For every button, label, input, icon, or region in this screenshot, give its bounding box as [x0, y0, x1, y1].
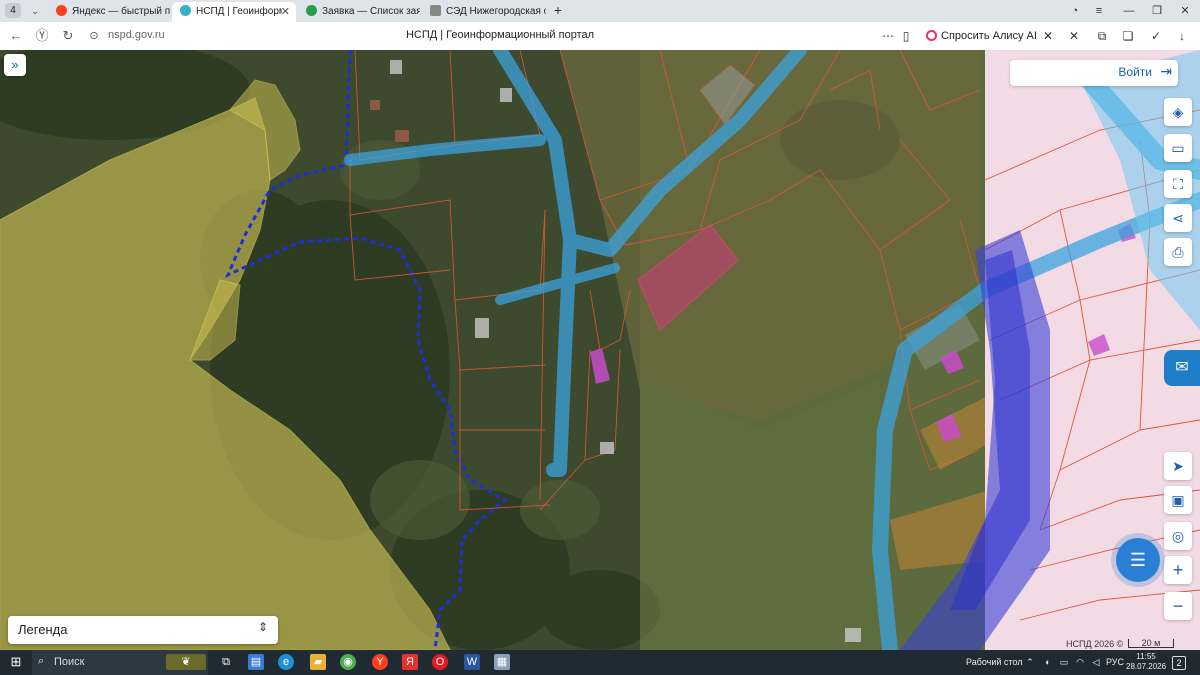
tab-yandex[interactable]: Яндекс — быстрый поиск — [48, 2, 170, 22]
tab-label: Яндекс — быстрый поиск — [72, 6, 170, 17]
clock-date: 28.07.2026 — [1126, 662, 1167, 671]
chat-assistant-icon[interactable]: ✉ — [1164, 350, 1200, 386]
select-area-icon[interactable]: ⛶ — [1164, 170, 1192, 198]
collections-icon[interactable]: ❏ — [1120, 28, 1136, 44]
language-indicator[interactable]: РУС — [1106, 657, 1124, 667]
notifications-icon[interactable]: 2 — [1172, 656, 1186, 670]
minimize-icon[interactable]: — — [1118, 1, 1140, 21]
word-icon[interactable]: W — [464, 654, 480, 670]
file-explorer-icon[interactable]: ▰ — [310, 654, 326, 670]
basemap-icon[interactable]: ▣ — [1164, 486, 1192, 514]
edge-icon[interactable]: e — [278, 654, 294, 670]
share-icon[interactable]: ⋖ — [1164, 204, 1192, 232]
more-dots-icon[interactable]: ⋯ — [880, 28, 896, 44]
new-tab-button[interactable]: + — [550, 3, 566, 19]
task-view-icon[interactable]: ⧉ — [218, 654, 234, 670]
tray-app-icon[interactable]: ◐ — [1040, 654, 1056, 670]
print-icon[interactable]: ⎙ — [1164, 238, 1192, 266]
login-label: Войти — [1118, 65, 1152, 79]
legend-dropdown[interactable]: Легенда ⇕ — [8, 616, 278, 644]
windows-start-icon[interactable]: ⊞ — [8, 654, 24, 670]
extension-icon[interactable]: ✕ — [1066, 28, 1082, 44]
map-scale-bar: 20 м — [1128, 639, 1174, 648]
download-icon[interactable]: ↓ — [1174, 28, 1190, 44]
app-window-icon[interactable]: ▦ — [494, 654, 510, 670]
close-tab-icon[interactable]: ✕ — [281, 2, 290, 22]
zoom-in-icon[interactable]: + — [1164, 556, 1192, 584]
tab-label: НСПД | Геоинформационный портал — [196, 6, 282, 17]
tab-count-badge[interactable]: 4 — [5, 3, 21, 18]
network-icon[interactable]: ▭ — [1056, 654, 1072, 670]
login-button[interactable]: Войти ⇥ — [1010, 60, 1178, 86]
volume-icon[interactable]: ◁ — [1088, 654, 1104, 670]
map-view[interactable]: » Войти ⇥ ◈ ▭ ⛶ ⋖ ⎙ ✉ ➤ ▣ ◎ + − ☰ Легенд… — [0, 50, 1200, 650]
chevron-updown-icon: ⇕ — [257, 620, 268, 634]
bookmarks-icon[interactable]: ≡ — [1088, 1, 1110, 21]
extension-icon[interactable]: ✕ — [1040, 28, 1056, 44]
support-chat-icon[interactable]: ☰ — [1116, 538, 1160, 582]
tab-label: СЭД Нижегородская область — [446, 6, 546, 17]
widget-image-icon[interactable]: ❦ — [166, 654, 206, 670]
expand-panel-icon[interactable]: » — [4, 54, 26, 76]
vpn-icon[interactable]: ✓ — [1148, 28, 1164, 44]
chrome-icon[interactable]: ◉ — [340, 654, 356, 670]
login-icon: ⇥ — [1160, 63, 1172, 79]
opera-icon[interactable]: O — [432, 654, 448, 670]
desktop-label[interactable]: Рабочий стол — [966, 657, 1023, 667]
legend-label: Легенда — [18, 622, 68, 637]
zoom-out-icon[interactable]: − — [1164, 592, 1192, 620]
search-placeholder: Поиск — [54, 656, 85, 668]
close-window-icon[interactable]: ✕ — [1174, 1, 1196, 21]
tray-chevron-icon[interactable]: ⌃ — [1022, 654, 1038, 670]
tab-label: Заявка — Список заявок — [322, 6, 420, 17]
nspd-favicon-icon — [180, 5, 191, 16]
map-attribution: НСПД 2026 © — [1066, 639, 1124, 649]
search-icon: ⌕ — [38, 655, 45, 667]
profile-icon[interactable]: ◔ — [1064, 1, 1086, 21]
tab-nspd[interactable]: НСПД | Геоинформационный портал ✕ — [172, 2, 296, 22]
app-icon[interactable]: ▤ — [248, 654, 264, 670]
ask-alice-button[interactable]: Спросить Алису AI — [920, 26, 1043, 46]
browser-tab-strip: 4 ⌄ Яндекс — быстрый поиск НСПД | Геоинф… — [0, 0, 1200, 22]
satellite-map[interactable] — [0, 50, 1200, 650]
restore-icon[interactable]: ❐ — [1146, 1, 1168, 21]
geolocation-icon[interactable]: ◎ — [1164, 522, 1192, 550]
address-bar: ← Ⓨ ↻ ⊙ nspd.gov.ru НСПД | Геоинформацио… — [0, 22, 1200, 51]
puzzle-icon[interactable]: ⧉ — [1094, 28, 1110, 44]
locate-icon[interactable]: ➤ — [1164, 452, 1192, 480]
clock-time: 11:55 — [1136, 652, 1156, 661]
alice-icon — [926, 30, 937, 41]
windows-taskbar: ⊞ ⌕ Поиск ❦ ⧉ ▤ e ▰ ◉ Y Я O W ▦ Рабочий … — [0, 650, 1200, 675]
mail-favicon-icon — [306, 5, 317, 16]
ruler-icon[interactable]: ▭ — [1164, 134, 1192, 162]
yandex-icon[interactable]: Я — [402, 654, 418, 670]
alice-label: Спросить Алису AI — [941, 30, 1037, 42]
yandex-browser-icon[interactable]: Y — [372, 654, 388, 670]
tab-sed[interactable]: СЭД Нижегородская область — [422, 2, 546, 22]
tab-requests[interactable]: Заявка — Список заявок — [298, 2, 420, 22]
yandex-favicon-icon — [56, 5, 67, 16]
document-favicon-icon — [430, 5, 441, 16]
layers-icon[interactable]: ◈ — [1164, 98, 1192, 126]
wifi-icon[interactable]: ◠ — [1072, 654, 1088, 670]
bookmark-icon[interactable]: ▯ — [898, 28, 914, 44]
tabs-menu-chevron-icon[interactable]: ⌄ — [26, 2, 44, 20]
clock[interactable]: 11:55 28.07.2026 — [1126, 652, 1166, 672]
page-title: НСПД | Геоинформационный портал — [405, 29, 595, 41]
